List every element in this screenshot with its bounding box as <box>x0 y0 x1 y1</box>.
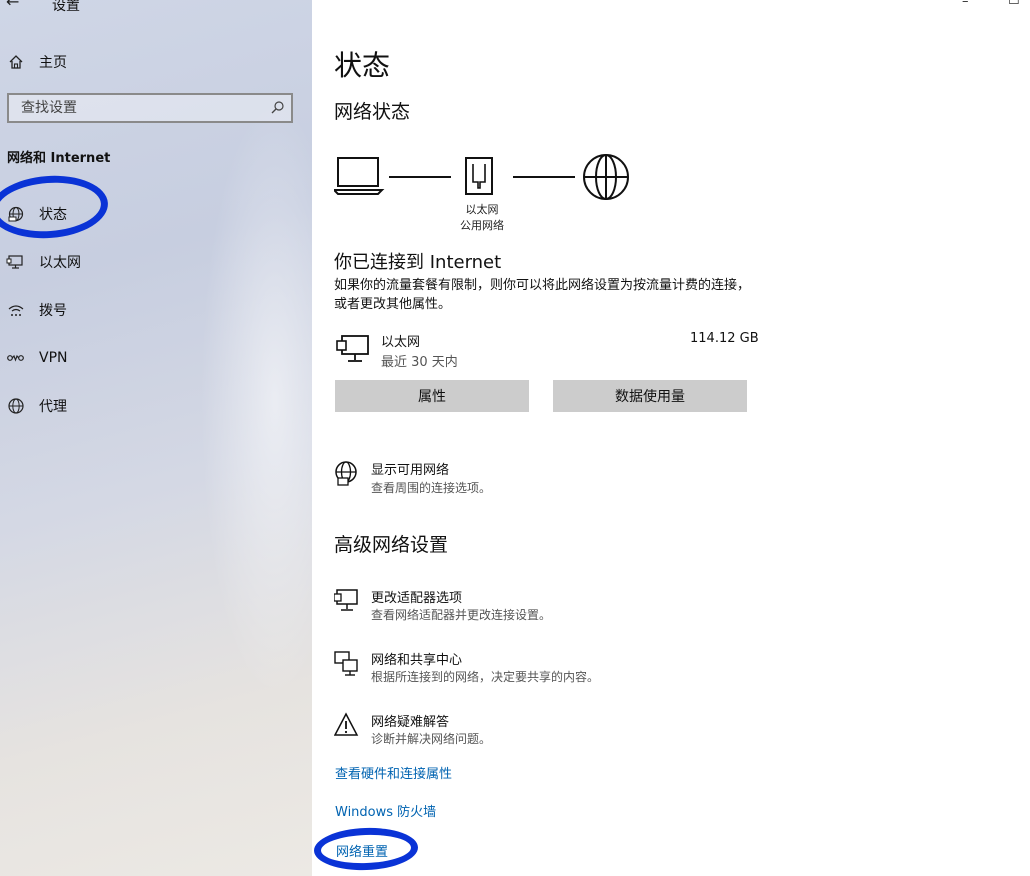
section-header: 网络和 Internet <box>7 151 111 166</box>
laptop-icon <box>334 157 385 195</box>
globe-network-icon <box>335 461 357 486</box>
diagram-caption-profile: 公用网络 <box>460 219 504 232</box>
warning-icon <box>334 712 359 736</box>
windows-firewall-link[interactable]: Windows 防火墙 <box>335 801 436 820</box>
sidebar-item-ethernet[interactable]: 以太网 <box>0 242 312 282</box>
dialup-icon <box>8 305 24 316</box>
minimize-button[interactable]: – <box>962 0 969 9</box>
option-description: 诊断并解决网络问题。 <box>371 732 492 746</box>
sidebar-item-label: VPN <box>39 350 68 366</box>
connected-description: 如果你的流量套餐有限制，则你可以将此网络设置为按流量计费的连接，或者更改其他属性… <box>334 278 751 312</box>
globe-icon <box>8 398 24 414</box>
option-title: 显示可用网络 <box>371 463 450 478</box>
adapter-options-item[interactable]: 更改适配器选项 查看网络适配器并更改连接设置。 <box>334 586 754 626</box>
search-input[interactable] <box>19 99 263 117</box>
connected-title: 你已连接到 Internet <box>334 252 502 273</box>
diagram-caption-adapter: 以太网 <box>465 203 499 216</box>
advanced-settings-heading: 高级网络设置 <box>334 534 449 556</box>
option-description: 查看网络适配器并更改连接设置。 <box>371 608 552 622</box>
page-title: 状态 <box>334 49 391 82</box>
sidebar-item-home[interactable]: 主页 <box>0 42 312 82</box>
sidebar-item-label: 以太网 <box>39 255 81 271</box>
internet-globe-icon <box>583 154 629 200</box>
sidebar-item-vpn[interactable]: VPN <box>0 338 312 378</box>
adapter-period: 最近 30 天内 <box>381 355 458 370</box>
show-networks-option[interactable]: 显示可用网络 查看周围的连接选项。 <box>334 458 754 498</box>
option-description: 查看周围的连接选项。 <box>371 481 492 495</box>
option-description: 根据所连接到的网络，决定要共享的内容。 <box>371 670 600 684</box>
adapter-usage: 114.12 GB <box>690 331 759 346</box>
vpn-icon <box>7 354 24 362</box>
network-status-heading: 网络状态 <box>334 101 411 123</box>
maximize-button[interactable]: ☐ <box>1008 0 1020 8</box>
option-title: 网络和共享中心 <box>371 653 463 668</box>
network-diagram <box>334 154 629 200</box>
option-title: 网络疑难解答 <box>371 715 450 730</box>
sidebar-item-label: 拨号 <box>39 303 67 319</box>
diagram-caption: 以太网 公用网络 <box>440 202 524 234</box>
data-usage-button[interactable]: 数据使用量 <box>553 380 747 412</box>
annotation-circle-reset <box>313 826 419 872</box>
troubleshoot-item[interactable]: 网络疑难解答 诊断并解决网络问题。 <box>334 710 754 750</box>
ethernet-icon <box>6 255 23 269</box>
sharing-center-icon <box>334 651 358 676</box>
search-box[interactable] <box>7 93 293 123</box>
adapter-monitor-icon <box>334 589 358 611</box>
back-button[interactable]: ← <box>6 0 19 11</box>
sidebar-item-label: 代理 <box>39 399 67 415</box>
option-title: 更改适配器选项 <box>371 591 463 606</box>
window-title: 设置 <box>52 0 80 14</box>
home-icon <box>9 55 23 69</box>
properties-button[interactable]: 属性 <box>335 380 529 412</box>
adapter-name: 以太网 <box>381 335 421 350</box>
sidebar-item-label: 主页 <box>39 55 67 71</box>
search-icon[interactable] <box>269 100 285 116</box>
sidebar: ← 设置 主页 网络和 Internet 状态 以太网 <box>0 0 312 876</box>
ethernet-port-icon <box>465 157 493 195</box>
sidebar-item-proxy[interactable]: 代理 <box>0 386 312 426</box>
sidebar-item-dialup[interactable]: 拨号 <box>0 290 312 330</box>
sharing-center-item[interactable]: 网络和共享中心 根据所连接到的网络，决定要共享的内容。 <box>334 648 754 688</box>
ethernet-adapter-icon <box>336 335 369 362</box>
hardware-properties-link[interactable]: 查看硬件和连接属性 <box>335 763 452 782</box>
